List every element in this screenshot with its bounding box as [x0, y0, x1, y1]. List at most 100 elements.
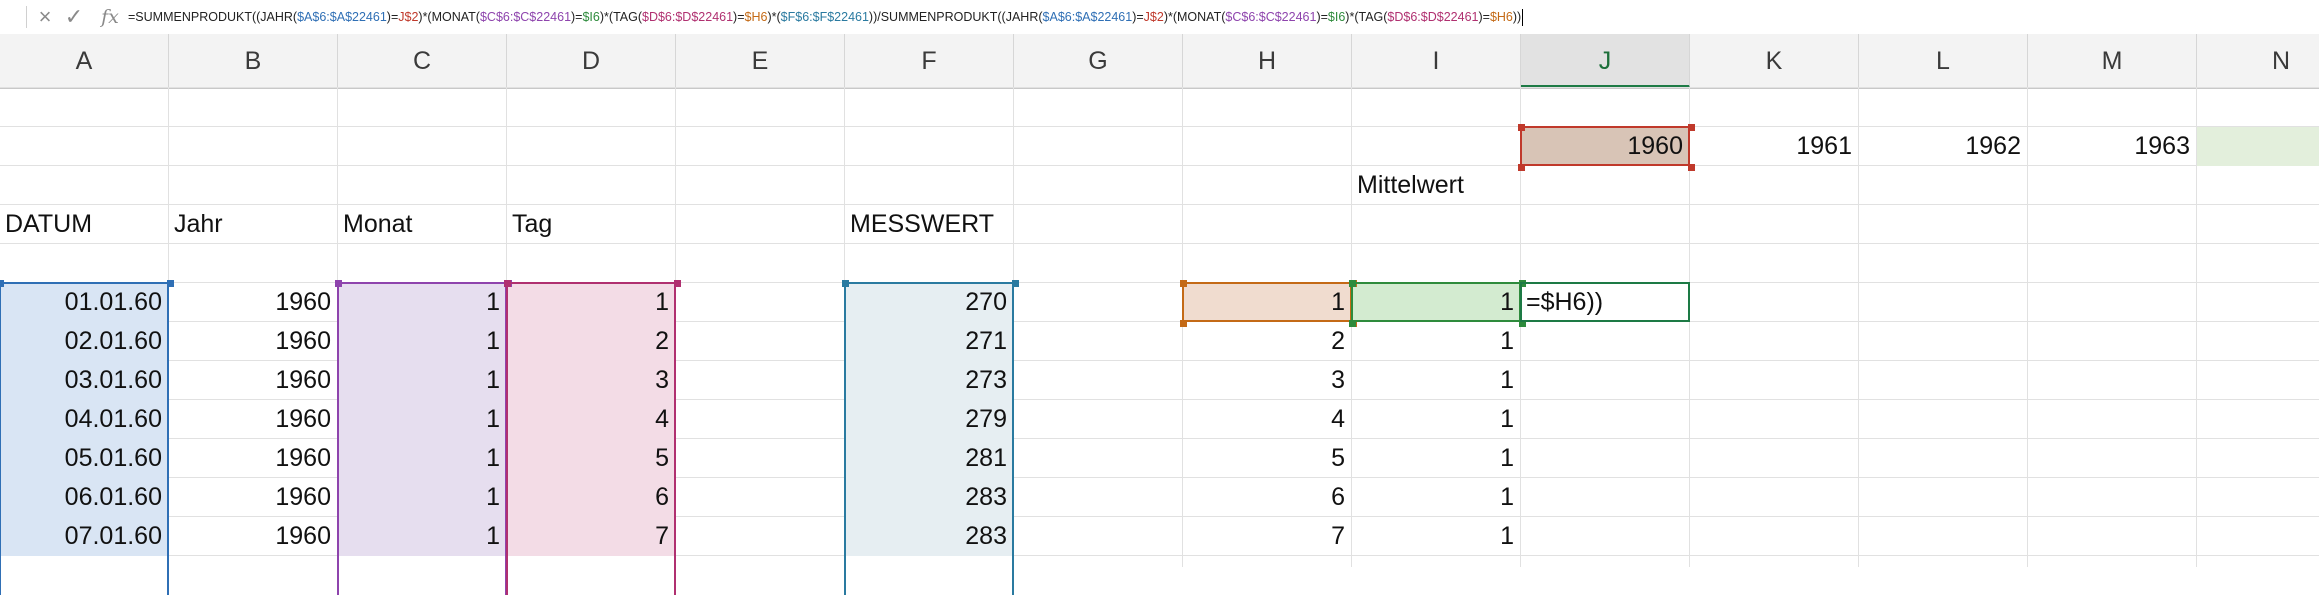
formula-segment: $D$6:$D$22461 — [1387, 10, 1479, 24]
messwert-cell[interactable]: 283 — [845, 517, 1013, 556]
header-cell-a[interactable]: DATUM — [0, 205, 168, 244]
jahr-cell[interactable]: 1960 — [169, 400, 337, 439]
formula-segment: )= — [386, 10, 399, 24]
cancel-icon[interactable]: × — [34, 5, 56, 29]
formula-segment: )= — [1316, 10, 1328, 24]
formula-segment: )*( — [767, 10, 781, 24]
formula-segment: $I6 — [1327, 10, 1346, 24]
mittelwert-label[interactable]: Mittelwert — [1352, 166, 1520, 205]
header-cell-d[interactable]: Tag — [507, 205, 675, 244]
jahr-cell[interactable]: 1960 — [169, 439, 337, 478]
datum-cell[interactable]: 02.01.60 — [0, 322, 168, 361]
grid-vline — [675, 88, 676, 567]
column-header-m[interactable]: M — [2028, 34, 2197, 88]
formula-segment: $C$6:$C$22461 — [479, 10, 572, 24]
monat-cell[interactable]: 1 — [338, 478, 506, 517]
day-index-cell[interactable]: 6 — [1183, 478, 1351, 517]
column-header-k[interactable]: K — [1690, 34, 1859, 88]
formula-segment: )= — [733, 10, 745, 24]
year-cell-l[interactable]: 1962 — [1859, 127, 2027, 166]
column-header-d[interactable]: D — [507, 34, 676, 88]
confirm-icon[interactable]: ✓ — [62, 5, 86, 29]
month-index-cell[interactable]: 1 — [1352, 439, 1520, 478]
year-cell-n[interactable]: 19 — [2197, 127, 2319, 166]
formula-segment: )*(TAG( — [1345, 10, 1388, 24]
column-header-i[interactable]: I — [1352, 34, 1521, 88]
month-index-cell[interactable]: 1 — [1352, 361, 1520, 400]
formula-input[interactable]: =SUMMENPRODUKT((JAHR($A$6:$A$22461)=J$2)… — [128, 4, 2308, 30]
jahr-cell[interactable]: 1960 — [169, 322, 337, 361]
formula-bar: × ✓ fx =SUMMENPRODUKT((JAHR( $A$6:$A$2246… — [0, 0, 2319, 35]
header-cell-f[interactable]: MESSWERT — [845, 205, 1013, 244]
column-header-l[interactable]: L — [1859, 34, 2028, 88]
month-index-cell[interactable]: 1 — [1352, 322, 1520, 361]
datum-cell[interactable]: 03.01.60 — [0, 361, 168, 400]
monat-cell[interactable]: 1 — [338, 400, 506, 439]
jahr-cell[interactable]: 1960 — [169, 283, 337, 322]
day-index-cell[interactable]: 4 — [1183, 400, 1351, 439]
formula-segment: $D$6:$D$22461 — [642, 10, 734, 24]
tag-cell[interactable]: 2 — [507, 322, 675, 361]
datum-cell[interactable]: 04.01.60 — [0, 400, 168, 439]
datum-cell[interactable]: 05.01.60 — [0, 439, 168, 478]
day-index-cell[interactable]: 1 — [1183, 283, 1351, 322]
datum-cell[interactable]: 07.01.60 — [0, 517, 168, 556]
worksheet-grid[interactable]: 196019611962196319MittelwertDATUMJahrMon… — [0, 87, 2319, 595]
month-index-cell[interactable]: 1 — [1352, 283, 1520, 322]
tag-cell[interactable]: 3 — [507, 361, 675, 400]
tag-cell[interactable]: 5 — [507, 439, 675, 478]
messwert-cell[interactable]: 283 — [845, 478, 1013, 517]
day-index-cell[interactable]: 7 — [1183, 517, 1351, 556]
messwert-cell[interactable]: 281 — [845, 439, 1013, 478]
header-cell-b[interactable]: Jahr — [169, 205, 337, 244]
header-cell-c[interactable]: Monat — [338, 205, 506, 244]
formula-segment: ))/SUMMENPRODUKT((JAHR( — [868, 10, 1043, 24]
year-cell-m[interactable]: 1963 — [2028, 127, 2196, 166]
month-index-cell[interactable]: 1 — [1352, 478, 1520, 517]
formula-segment: )= — [571, 10, 583, 24]
datum-cell[interactable]: 06.01.60 — [0, 478, 168, 517]
tag-cell[interactable]: 6 — [507, 478, 675, 517]
monat-cell[interactable]: 1 — [338, 517, 506, 556]
tag-cell[interactable]: 1 — [507, 283, 675, 322]
messwert-cell[interactable]: 271 — [845, 322, 1013, 361]
month-index-cell[interactable]: 1 — [1352, 400, 1520, 439]
formula-segment: $A$6:$A$22461 — [1042, 10, 1133, 24]
formula-segment: )*(TAG( — [599, 10, 642, 24]
formula-segment: J$2 — [398, 10, 419, 24]
messwert-cell[interactable]: 273 — [845, 361, 1013, 400]
jahr-cell[interactable]: 1960 — [169, 517, 337, 556]
monat-cell[interactable]: 1 — [338, 322, 506, 361]
column-header-e[interactable]: E — [676, 34, 845, 88]
column-header-b[interactable]: B — [169, 34, 338, 88]
monat-cell[interactable]: 1 — [338, 361, 506, 400]
month-index-cell[interactable]: 1 — [1352, 517, 1520, 556]
tag-cell[interactable]: 7 — [507, 517, 675, 556]
messwert-cell[interactable]: 270 — [845, 283, 1013, 322]
column-header-a[interactable]: A — [0, 34, 169, 88]
day-index-cell[interactable]: 2 — [1183, 322, 1351, 361]
tag-cell[interactable]: 4 — [507, 400, 675, 439]
formula-segment: $H6 — [744, 10, 768, 24]
column-header-c[interactable]: C — [338, 34, 507, 88]
grid-vline — [1013, 88, 1014, 567]
formula-segment: =SUMMENPRODUKT((JAHR( — [128, 10, 298, 24]
column-header-h[interactable]: H — [1183, 34, 1352, 88]
jahr-cell[interactable]: 1960 — [169, 478, 337, 517]
day-index-cell[interactable]: 3 — [1183, 361, 1351, 400]
monat-cell[interactable]: 1 — [338, 283, 506, 322]
editing-cell-j6[interactable]: =$H6)) — [1521, 283, 1689, 322]
column-header-g[interactable]: G — [1014, 34, 1183, 88]
column-header-j[interactable]: J — [1521, 34, 1690, 88]
monat-cell[interactable]: 1 — [338, 439, 506, 478]
column-header-n[interactable]: N — [2197, 34, 2319, 88]
year-cell-j[interactable]: 1960 — [1521, 127, 1689, 166]
jahr-cell[interactable]: 1960 — [169, 361, 337, 400]
year-cell-k[interactable]: 1961 — [1690, 127, 1858, 166]
function-icon[interactable]: fx — [97, 5, 123, 29]
formula-segment: )) — [1512, 10, 1522, 24]
messwert-cell[interactable]: 279 — [845, 400, 1013, 439]
column-header-f[interactable]: F — [845, 34, 1014, 88]
datum-cell[interactable]: 01.01.60 — [0, 283, 168, 322]
day-index-cell[interactable]: 5 — [1183, 439, 1351, 478]
